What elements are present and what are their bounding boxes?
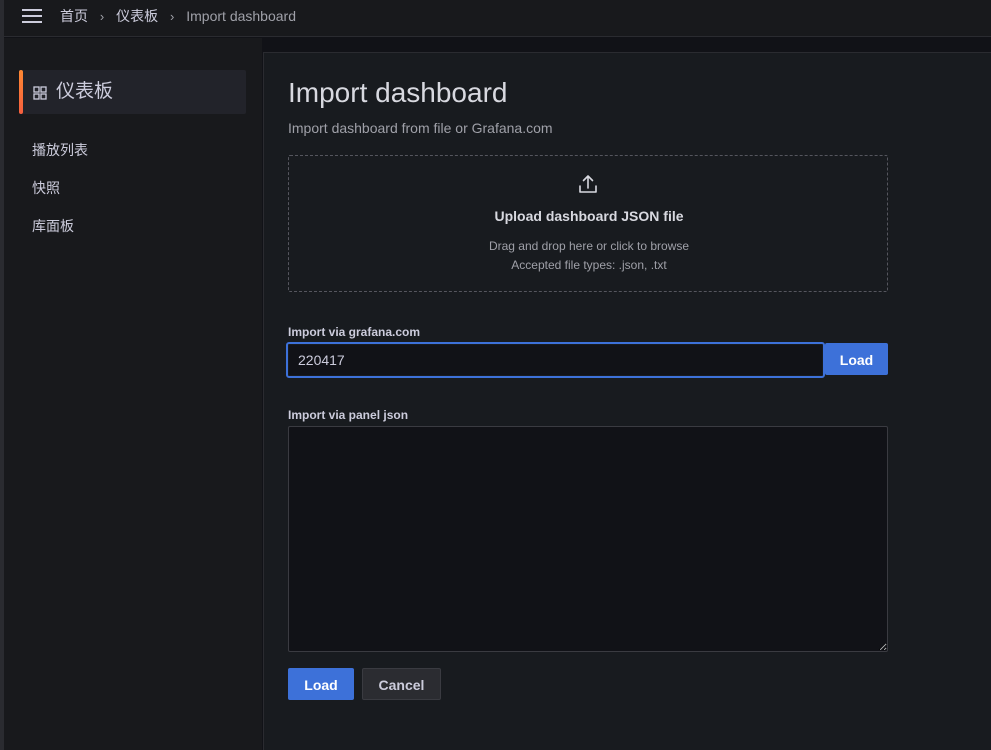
upload-icon	[579, 175, 597, 193]
chevron-right-icon: ›	[170, 9, 175, 24]
grid-icon	[33, 86, 47, 100]
active-indicator	[19, 70, 23, 114]
panel-json-textarea[interactable]	[288, 426, 888, 652]
page-subtitle: Import dashboard from file or Grafana.co…	[288, 120, 553, 136]
top-bar: 首页 › 仪表板 › Import dashboard	[4, 0, 991, 37]
gcom-id-input[interactable]	[286, 342, 825, 378]
upload-hint: Drag and drop here or click to browse	[488, 239, 690, 253]
accepted-file-types: Accepted file types: .json, .txt	[511, 258, 667, 272]
upload-title: Upload dashboard JSON file	[494, 208, 684, 224]
sidebar-item-dashboards[interactable]: 仪表板	[19, 70, 246, 114]
sidebar-item-snapshots[interactable]: 快照	[32, 179, 60, 197]
gcom-load-button[interactable]: Load	[825, 343, 888, 375]
cancel-button[interactable]: Cancel	[362, 668, 441, 700]
load-button[interactable]: Load	[288, 668, 354, 700]
breadcrumb: 首页 › 仪表板 › Import dashboard	[60, 7, 296, 25]
sidebar: 仪表板 播放列表 快照 库面板	[4, 38, 262, 750]
sidebar-item-library-panels[interactable]: 库面板	[32, 217, 74, 235]
panel-json-label: Import via panel json	[288, 408, 409, 422]
breadcrumb-home[interactable]: 首页	[60, 8, 88, 24]
breadcrumb-dashboards[interactable]: 仪表板	[116, 8, 158, 24]
file-dropzone[interactable]: Upload dashboard JSON file Drag and drop…	[288, 155, 888, 292]
hamburger-menu-icon[interactable]	[22, 8, 44, 24]
page-title: Import dashboard	[288, 77, 508, 108]
breadcrumb-current: Import dashboard	[186, 8, 296, 24]
sidebar-item-label: 仪表板	[56, 81, 114, 102]
gcom-label: Import via grafana.com	[288, 325, 421, 339]
sidebar-item-playlists[interactable]: 播放列表	[32, 141, 88, 159]
chevron-right-icon: ›	[99, 9, 105, 24]
main-content: Import dashboard Import dashboard from f…	[263, 52, 991, 750]
